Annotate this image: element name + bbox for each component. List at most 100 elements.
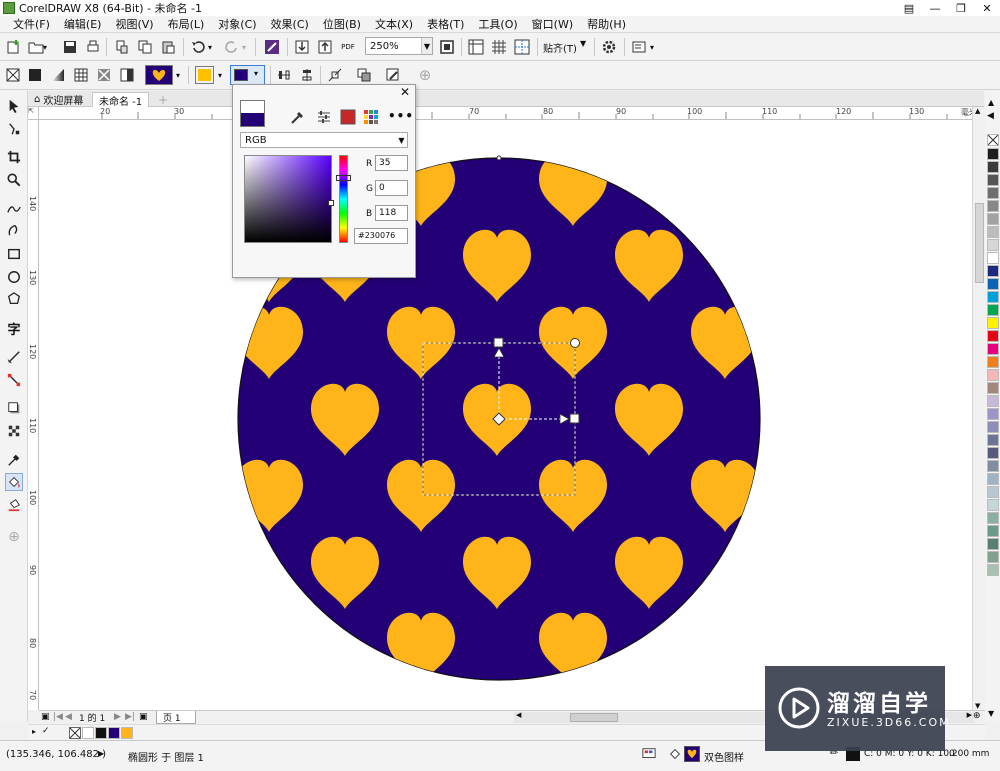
palette-swatch[interactable]	[987, 343, 999, 355]
menu-bitmaps[interactable]: 位图(B)	[316, 16, 368, 32]
menu-file[interactable]: 文件(F)	[6, 16, 57, 32]
palette-swatch[interactable]	[987, 395, 999, 407]
menu-table[interactable]: 表格(T)	[420, 16, 471, 32]
pattern-picker-swatch[interactable]	[145, 65, 173, 85]
account-icon[interactable]: ▤	[896, 0, 922, 16]
status-expand-arrow[interactable]: ▶	[98, 749, 104, 758]
palette-swatch[interactable]	[987, 512, 999, 524]
artistic-media-tool-icon[interactable]	[5, 221, 23, 239]
palette-swatch[interactable]	[987, 447, 999, 459]
freehand-tool-icon[interactable]	[5, 199, 23, 217]
palette-options-arrow[interactable]: ◀	[987, 111, 994, 121]
vector-pattern-fill-icon[interactable]	[71, 65, 91, 85]
application-launcher-icon[interactable]	[629, 37, 649, 57]
transform-with-object-icon[interactable]	[325, 65, 345, 85]
palette-scroll-down-arrow[interactable]: ▼	[988, 709, 994, 718]
palette-swatch[interactable]	[987, 278, 999, 290]
copy-icon[interactable]	[135, 37, 155, 57]
menu-view[interactable]: 视图(V)	[108, 16, 160, 32]
palette-swatch[interactable]	[987, 499, 999, 511]
add-toolbar-icon[interactable]: ⊕	[415, 65, 435, 85]
print-icon[interactable]	[83, 37, 103, 57]
two-color-pattern-fill-icon[interactable]	[117, 65, 137, 85]
hex-value-input[interactable]: #230076	[354, 228, 408, 244]
pattern-rotate-handle[interactable]	[570, 338, 580, 348]
show-rulers-icon[interactable]	[466, 37, 486, 57]
ellipse-tool-icon[interactable]	[5, 268, 23, 286]
document-indigo-swatch[interactable]	[108, 727, 120, 739]
palette-swatch[interactable]	[987, 213, 999, 225]
tab-welcome-screen[interactable]: ⌂ 欢迎屏幕	[28, 92, 89, 107]
menu-help[interactable]: 帮助(H)	[580, 16, 633, 32]
palette-swatch[interactable]	[987, 291, 999, 303]
palette-swatch[interactable]	[987, 473, 999, 485]
mirror-vertical-icon[interactable]	[297, 65, 317, 85]
redo-dropdown-arrow[interactable]: ▾	[239, 37, 249, 57]
menu-edit[interactable]: 编辑(E)	[57, 16, 109, 32]
palette-swatch[interactable]	[987, 408, 999, 420]
hue-slider-handle[interactable]	[336, 175, 351, 181]
palette-swatch[interactable]	[987, 421, 999, 433]
palette-swatch[interactable]	[987, 551, 999, 563]
drawing-canvas[interactable]	[39, 120, 985, 710]
background-color-button[interactable]: ▾	[230, 65, 265, 85]
g-value-input[interactable]: 0	[375, 180, 408, 196]
document-orange-swatch[interactable]	[121, 727, 133, 739]
page-tab[interactable]: 页 1	[156, 711, 196, 724]
navigator-zoom-icon[interactable]: ⊕	[973, 711, 981, 721]
launcher-dropdown-arrow[interactable]: ▾	[647, 37, 657, 57]
palette-swatch[interactable]	[987, 369, 999, 381]
palette-swatch[interactable]	[987, 356, 999, 368]
pattern-height-handle[interactable]	[493, 337, 504, 348]
zoom-dropdown-arrow[interactable]: ▼	[421, 38, 432, 54]
zoom-level-combo[interactable]: 250% ▼	[365, 37, 433, 55]
eyedropper-icon[interactable]	[288, 107, 308, 127]
interactive-fill-tool-icon[interactable]	[5, 473, 23, 491]
palette-swatch[interactable]	[987, 564, 999, 576]
import-icon[interactable]	[292, 37, 312, 57]
color-model-select[interactable]: RGB ▼	[240, 132, 408, 148]
color-proofing-icon[interactable]	[642, 747, 656, 764]
horizontal-ruler[interactable]: 20 30 70 80 90 100 110 120 130 毫米	[39, 107, 985, 120]
export-icon[interactable]	[315, 37, 335, 57]
search-content-icon[interactable]	[262, 37, 282, 57]
mirror-horizontal-icon[interactable]	[274, 65, 294, 85]
background-dropdown-arrow[interactable]: ▾	[254, 69, 258, 78]
cut-icon[interactable]	[112, 37, 132, 57]
palette-swatch[interactable]	[987, 486, 999, 498]
pick-tool-icon[interactable]	[5, 97, 23, 115]
palette-swatch[interactable]	[987, 304, 999, 316]
palette-swatch[interactable]	[987, 200, 999, 212]
menu-text[interactable]: 文本(X)	[368, 16, 420, 32]
menu-object[interactable]: 对象(C)	[211, 16, 263, 32]
close-button[interactable]: ✕	[974, 0, 1000, 16]
palette-swatch[interactable]	[987, 434, 999, 446]
polygon-tool-icon[interactable]	[5, 290, 23, 308]
document-black-swatch[interactable]	[95, 727, 107, 739]
document-white-swatch[interactable]	[82, 727, 94, 739]
options-gear-icon[interactable]	[599, 37, 619, 57]
quick-customize-icon[interactable]: ⊕	[5, 528, 23, 546]
crop-tool-icon[interactable]	[5, 148, 23, 166]
color-viewers-icon[interactable]	[338, 107, 358, 127]
edit-fill-icon[interactable]	[383, 65, 403, 85]
no-fill-icon[interactable]	[3, 65, 23, 85]
page-options-icon[interactable]: ▣	[41, 712, 50, 722]
transparency-tool-icon[interactable]	[5, 422, 23, 440]
document-palette-menu-arrow[interactable]: ▸	[32, 727, 36, 736]
palette-swatch[interactable]	[987, 252, 999, 264]
pattern-dropdown-arrow[interactable]: ▾	[173, 65, 183, 85]
palette-swatch[interactable]	[987, 187, 999, 199]
horizontal-scroll-thumb[interactable]	[570, 713, 618, 722]
palette-swatch[interactable]	[987, 174, 999, 186]
connector-tool-icon[interactable]	[5, 371, 23, 389]
palette-swatch[interactable]	[987, 226, 999, 238]
document-palette-eyedropper-icon[interactable]: ✓	[42, 726, 50, 736]
ruler-origin[interactable]: ⇱	[28, 107, 39, 120]
foreground-dropdown-arrow[interactable]: ▾	[214, 65, 226, 85]
palette-swatch[interactable]	[987, 265, 999, 277]
palette-swatch[interactable]	[987, 538, 999, 550]
scroll-right-arrow[interactable]: ▶	[967, 711, 972, 719]
menu-tools[interactable]: 工具(O)	[471, 16, 524, 32]
hue-slider[interactable]	[339, 155, 348, 243]
